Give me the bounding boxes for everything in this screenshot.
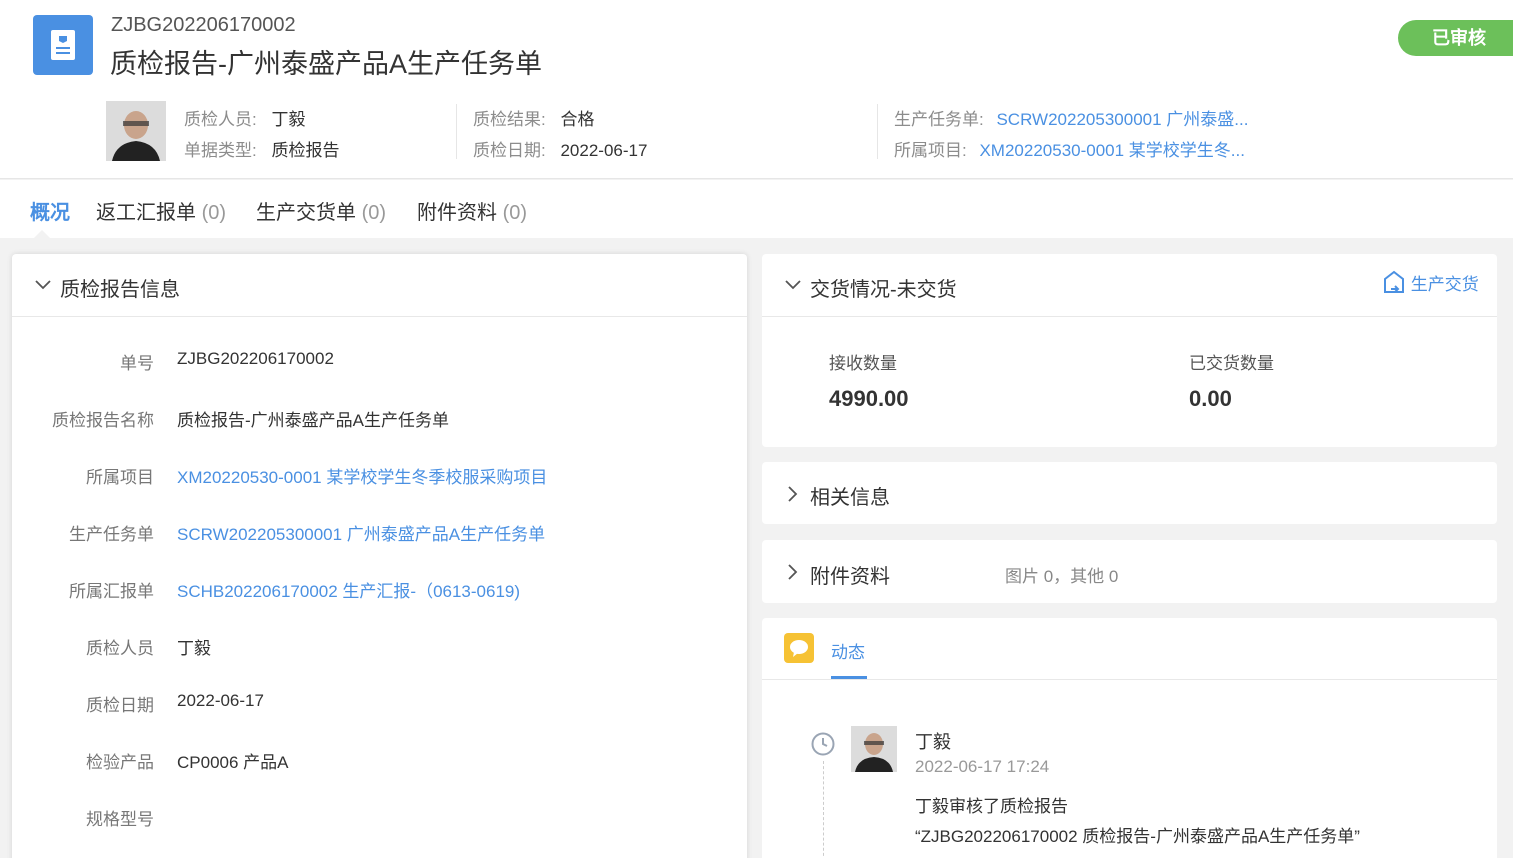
tab-delivery[interactable]: 生产交货单 (0) [256,196,386,225]
project-link[interactable]: XM20220530-0001 某学校学生冬... [979,141,1245,160]
chevron-right-icon [788,486,798,502]
tab-rework[interactable]: 返工汇报单 (0) [96,196,226,225]
field-row: 单号 ZJBG202206170002 [120,349,334,373]
report-link[interactable]: SCHB202206170002 生产汇报-（0613-0619) [177,577,520,602]
tab-activity[interactable]: 动态 [831,638,865,663]
page-header: ZJBG202206170002 质检报告-广州泰盛产品A生产任务单 已审核 质… [0,0,1513,179]
field-row: 生产任务单 SCRW202205300001 广州泰盛产品A生产任务单 [12,520,747,550]
info-card-header[interactable]: 质检报告信息 [12,254,747,317]
active-tab-caret [34,230,50,238]
delivery-card-title: 交货情况-未交货 [810,279,957,301]
delivery-icon [1384,270,1404,293]
field-row: 所属汇报单 SCHB202206170002 生产汇报-（0613-0619) [12,577,747,607]
clock-icon [811,732,835,756]
related-card-title: 相关信息 [810,487,890,509]
field-row: 质检报告名称 质检报告-广州泰盛产品A生产任务单 [52,411,449,430]
status-badge: 已审核 [1398,20,1513,56]
feed-action: 丁毅审核了质检报告 [915,797,1068,816]
field-row: 检验产品 CP0006 产品A [86,753,289,772]
field-row: 所属项目 XM20220530-0001 某学校学生冬季校服采购项目 [12,463,747,493]
field-row: 规格型号 [86,810,154,829]
feed-user: 丁毅 [915,732,951,752]
task-link[interactable]: SCRW202205300001 广州泰盛... [996,110,1248,129]
project-link[interactable]: XM20220530-0001 某学校学生冬季校服采购项目 [177,463,547,488]
attachments-card[interactable]: 附件资料 图片 0，其他 0 [762,540,1497,603]
field-row: 质检人员 丁毅 [86,639,211,658]
date-meta: 质检日期: 2022-06-17 [473,141,648,160]
tab-bar: 概况 返工汇报单 (0) 生产交货单 (0) 附件资料 (0) [0,180,1513,238]
document-icon [33,15,93,75]
avatar [851,726,897,772]
chevron-down-icon [785,280,801,290]
project-meta: 所属项目: XM20220530-0001 某学校学生冬... [894,141,1245,160]
activity-card: 动态 丁毅 2022-06-17 17:24 丁毅审核了质检报告 “ZJBG20… [762,618,1497,858]
delivery-card: 交货情况-未交货 生产交货 接收数量 4990.00 已交货数量 0.00 [762,254,1497,447]
chat-bubble-icon [784,633,814,663]
result-meta: 质检结果: 合格 [473,110,595,129]
field-row: 质检日期 2022-06-17 [86,691,264,715]
attachments-summary: 图片 0，其他 0 [1005,567,1119,586]
related-card[interactable]: 相关信息 [762,462,1497,524]
avatar [106,101,166,161]
attachments-card-title: 附件资料 [810,566,890,588]
divider [762,679,1497,680]
received-value: 4990.00 [829,386,909,411]
tab-attachments[interactable]: 附件资料 (0) [417,196,527,225]
task-meta: 生产任务单: SCRW202205300001 广州泰盛... [894,110,1249,129]
delivery-card-header[interactable]: 交货情况-未交货 生产交货 [762,254,1497,317]
chevron-right-icon [788,564,798,580]
info-card-title: 质检报告信息 [60,279,180,301]
task-link[interactable]: SCRW202205300001 广州泰盛产品A生产任务单 [177,520,545,545]
tab-overview[interactable]: 概况 [30,196,70,225]
feed-time: 2022-06-17 17:24 [915,757,1050,776]
info-card: 质检报告信息 单号 ZJBG202206170002 质检报告名称 质检报告-广… [12,254,747,858]
page-title: 质检报告-广州泰盛产品A生产任务单 [110,49,542,79]
delivered-value: 0.00 [1189,386,1232,411]
received-label: 接收数量 [829,354,897,373]
doc-type-meta: 单据类型: 质检报告 [184,141,340,160]
chevron-down-icon [35,280,51,290]
divider [456,104,457,159]
feed-doc-ref: “ZJBG202206170002 质检报告-广州泰盛产品A生产任务单” [915,827,1360,846]
doc-code: ZJBG202206170002 [111,14,296,36]
delivered-label: 已交货数量 [1189,354,1274,373]
timeline-line [823,761,824,858]
production-delivery-button[interactable]: 生产交货 [1382,270,1479,296]
divider [877,104,878,159]
inspector-meta: 质检人员: 丁毅 [184,110,306,129]
